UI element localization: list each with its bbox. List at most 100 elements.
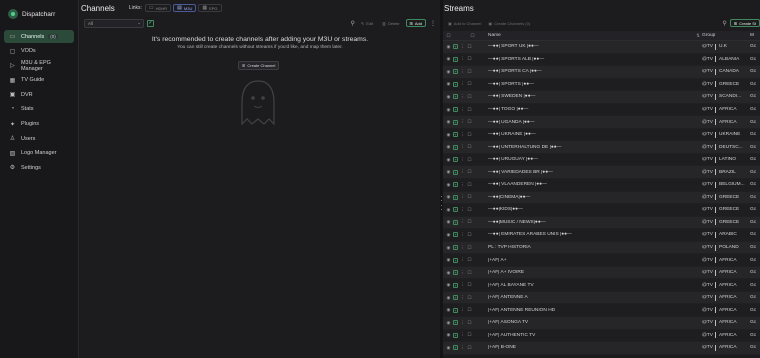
eye-icon[interactable]: ◉ (446, 219, 451, 225)
sidebar-item-m3u-epg-manager[interactable]: ▷ M3U & EPG Manager (4, 59, 74, 72)
table-row[interactable]: ◉ + ⋮ ☐ |+AF| ASONGA TV @TV AFRICA Gc (443, 317, 760, 330)
select-all-checkbox-2[interactable]: ☐ (470, 33, 475, 39)
more-vertical-icon[interactable]: ⋮ (460, 44, 465, 50)
table-row[interactable]: ◉ + ⋮ ☐ |+AF| A+ IVOIRE @TV AFRICA Gc (443, 266, 760, 280)
eye-icon[interactable]: ◉ (446, 245, 451, 251)
eye-icon[interactable]: ◉ (446, 282, 451, 288)
more-vertical-icon[interactable]: ⋮ (460, 320, 465, 326)
row-checkbox[interactable]: ☐ (467, 194, 472, 200)
more-vertical-icon[interactable]: ⋮ (460, 169, 465, 175)
add-to-channel-icon[interactable]: + (453, 69, 458, 75)
more-vertical-icon[interactable]: ⋮ (460, 332, 465, 338)
row-checkbox[interactable]: ☐ (467, 257, 472, 263)
table-row[interactable]: ◉ + ⋮ ☐ —●●| VARIEDADES BR |●●— @TV BRAZIL Gc (443, 166, 760, 180)
eye-icon[interactable]: ◉ (446, 257, 451, 263)
select-all-checkbox[interactable]: ☐ (446, 33, 451, 39)
table-row[interactable]: ◉ + ⋮ ☐ —●●| SPORTS |●●— @TV GREECE Gc (443, 78, 760, 92)
extra-column-header[interactable]: M (750, 33, 760, 38)
table-row[interactable]: ◉ + ⋮ ☐ |+AF| ANTENNE REUNION HD @TV AFRICA Gc (443, 304, 760, 318)
eye-icon[interactable]: ◉ (446, 107, 451, 113)
add-to-channel-icon[interactable]: + (453, 144, 458, 150)
table-row[interactable]: ◉ + ⋮ ☐ —●●| SPORTS CA |●●— @TV CANADA Gc (443, 66, 760, 79)
more-vertical-icon[interactable]: ⋮ (430, 20, 436, 27)
eye-icon[interactable]: ◉ (446, 56, 451, 62)
more-vertical-icon[interactable]: ⋮ (460, 295, 465, 301)
add-to-channel-icon[interactable]: + (453, 119, 458, 125)
table-row[interactable]: ◉ + ⋮ ☐ PL : TVP HISTORIA @TV POLAND Gc (443, 241, 760, 255)
table-row[interactable]: ◉ + ⋮ ☐ |+AF| AL BAYANE TV @TV AFRICA Gc (443, 279, 760, 292)
add-to-channel-icon[interactable]: + (453, 320, 458, 326)
row-checkbox[interactable]: ☐ (467, 182, 472, 188)
table-row[interactable]: ◉ + ⋮ ☐ |+AF| A+ @TV AFRICA Gc (443, 254, 760, 267)
sort-icon[interactable]: ⇅ (696, 33, 700, 39)
row-checkbox[interactable]: ☐ (467, 56, 472, 62)
row-checkbox[interactable]: ☐ (467, 94, 472, 100)
row-checkbox[interactable]: ☐ (467, 81, 472, 87)
row-checkbox[interactable]: ☐ (467, 119, 472, 125)
filter-icon[interactable]: ⚲ (722, 20, 726, 27)
row-checkbox[interactable]: ☐ (467, 107, 472, 113)
more-vertical-icon[interactable]: ⋮ (460, 94, 465, 100)
add-to-channel-icon[interactable]: + (453, 56, 458, 62)
row-checkbox[interactable]: ☐ (467, 169, 472, 175)
add-to-channel-icon[interactable]: + (453, 245, 458, 251)
add-to-channel-icon[interactable]: + (453, 270, 458, 276)
table-row[interactable]: ◉ + ⋮ ☐ —●●| URUGUAY |●●— @TV LATINO Gc (443, 153, 760, 167)
add-to-channel-icon[interactable]: + (453, 345, 458, 351)
sidebar-item-dvr[interactable]: ▣ DVR (4, 88, 74, 101)
table-row[interactable]: ◉ + ⋮ ☐ —●●| EMIRATES ARABES UNIS |●●— @TV ARA… (443, 229, 760, 242)
delete-button[interactable]: ▥ Delete (379, 19, 402, 27)
eye-icon[interactable]: ◉ (446, 207, 451, 213)
add-to-channel-icon[interactable]: + (453, 232, 458, 238)
eye-icon[interactable]: ◉ (446, 157, 451, 163)
more-vertical-icon[interactable]: ⋮ (460, 219, 465, 225)
more-vertical-icon[interactable]: ⋮ (460, 69, 465, 75)
add-to-channel-icon[interactable]: + (453, 307, 458, 313)
row-checkbox[interactable]: ☐ (467, 332, 472, 338)
link-m3u-button[interactable]: ▤ M3U (173, 4, 197, 12)
more-vertical-icon[interactable]: ⋮ (460, 182, 465, 188)
more-vertical-icon[interactable]: ⋮ (460, 207, 465, 213)
eye-icon[interactable]: ◉ (446, 44, 451, 50)
add-to-channel-icon[interactable]: + (453, 132, 458, 138)
sidebar-item-logo-manager[interactable]: ▨ Logo Manager (4, 147, 74, 160)
sidebar-item-vods[interactable]: ▢ VODs (4, 45, 74, 58)
table-row[interactable]: ◉ + ⋮ ☐ |+AF| B-ONE @TV AFRICA Gc (443, 342, 760, 355)
eye-icon[interactable]: ◉ (446, 320, 451, 326)
filter-toggle-button[interactable]: ✓ (147, 19, 154, 27)
row-checkbox[interactable]: ☐ (467, 232, 472, 238)
link-epg-button[interactable]: ▦ EPG (198, 4, 222, 12)
eye-icon[interactable]: ◉ (446, 69, 451, 75)
eye-icon[interactable]: ◉ (446, 194, 451, 200)
eye-icon[interactable]: ◉ (446, 307, 451, 313)
eye-icon[interactable]: ◉ (446, 332, 451, 338)
filter-icon[interactable]: ⚲ (351, 20, 355, 27)
more-vertical-icon[interactable]: ⋮ (460, 107, 465, 113)
channel-filter-select[interactable]: All ⌄ (84, 18, 144, 28)
add-to-channel-icon[interactable]: + (453, 332, 458, 338)
add-to-channel-icon[interactable]: + (453, 194, 458, 200)
row-checkbox[interactable]: ☐ (467, 320, 472, 326)
row-checkbox[interactable]: ☐ (467, 295, 472, 301)
eye-icon[interactable]: ◉ (446, 119, 451, 125)
add-to-channel-icon[interactable]: + (453, 169, 458, 175)
row-checkbox[interactable]: ☐ (467, 345, 472, 351)
add-to-channel-icon[interactable]: + (453, 44, 458, 50)
table-row[interactable]: ◉ + ⋮ ☐ —●●|MUSIC / NEWS|●●— @TV GREECE Gc (443, 216, 760, 230)
add-to-channel-icon[interactable]: + (453, 282, 458, 288)
sidebar-item-settings[interactable]: ⚙ Settings (4, 161, 74, 174)
add-to-channel-icon[interactable]: + (453, 182, 458, 188)
edit-button[interactable]: ✎ Edit (358, 19, 376, 27)
eye-icon[interactable]: ◉ (446, 94, 451, 100)
app-logo[interactable]: Dispatcharr (0, 0, 78, 28)
table-row[interactable]: ◉ + ⋮ ☐ |+AF| AUTHENTIC TV @TV AFRICA Gc (443, 329, 760, 343)
row-checkbox[interactable]: ☐ (467, 270, 472, 276)
add-to-channel-icon[interactable]: + (453, 107, 458, 112)
more-vertical-icon[interactable]: ⋮ (460, 81, 465, 87)
more-vertical-icon[interactable]: ⋮ (460, 157, 465, 163)
table-row[interactable]: ◉ + ⋮ ☐ —●●| TOGO |●●— @TV AFRICA Gc (443, 103, 760, 117)
table-row[interactable]: ◉ + ⋮ ☐ —●●| VLAANDEREN |●●— @TV BELGIUM... Gc (443, 179, 760, 192)
sidebar-item-tv-guide[interactable]: ▦ TV Guide (4, 74, 74, 87)
row-checkbox[interactable]: ☐ (467, 219, 472, 225)
row-checkbox[interactable]: ☐ (467, 207, 472, 213)
